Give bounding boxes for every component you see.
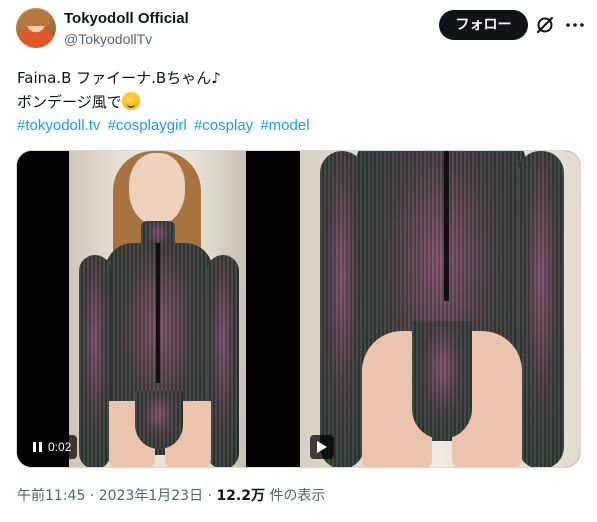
tweet-text: Faina.B ファイーナ.Bちゃん♪ ボンデージ風で [17, 66, 577, 114]
meta-separator: · [207, 488, 212, 504]
views-count: 12.2万 [216, 488, 265, 504]
media-container: 0:02 [16, 150, 581, 468]
tweet-meta: 午前11:45 · 2023年1月23日 · 12.2万 件の表示 [17, 487, 325, 505]
views-label: 件の表示 [269, 488, 326, 504]
video-player-1[interactable]: 0:02 [17, 151, 298, 467]
video-1-controls[interactable]: 0:02 [27, 435, 78, 459]
tweet-date[interactable]: 2023年1月23日 [99, 488, 203, 504]
tweet-line-2-text: ボンデージ風で [17, 93, 122, 111]
hashtag-link[interactable]: #tokyodoll.tv [17, 117, 100, 134]
hashtag-link[interactable]: #cosplaygirl [108, 117, 187, 134]
author-handle[interactable]: @TokyodollTv [64, 30, 189, 48]
tweet-time[interactable]: 午前11:45 [17, 488, 85, 504]
hashtag-list: #tokyodoll.tv #cosplaygirl #cosplay #mod… [17, 116, 313, 136]
hashtag-link[interactable]: #cosplay [194, 117, 253, 134]
tweet-line-1: Faina.B ファイーナ.Bちゃん♪ [17, 69, 221, 87]
video-player-2[interactable] [300, 151, 580, 467]
play-icon[interactable] [317, 441, 327, 453]
winking-face-emoji-icon [121, 92, 140, 110]
follow-button[interactable]: フォロー [439, 10, 528, 40]
video-1-time: 0:02 [48, 440, 72, 454]
video-1-frame [69, 151, 246, 467]
hashtag-link[interactable]: #model [260, 117, 309, 134]
video-2-controls[interactable] [310, 435, 334, 459]
grok-icon[interactable] [534, 14, 556, 36]
meta-separator: · [89, 488, 95, 504]
tweet-line-2: ボンデージ風で [17, 90, 577, 114]
author-name-block: Tokyodoll Official @TokyodollTv [64, 10, 189, 48]
more-options-icon[interactable] [564, 14, 586, 36]
author-display-name[interactable]: Tokyodoll Official [64, 10, 189, 28]
pause-icon[interactable] [33, 442, 42, 452]
author-avatar[interactable] [16, 8, 56, 48]
